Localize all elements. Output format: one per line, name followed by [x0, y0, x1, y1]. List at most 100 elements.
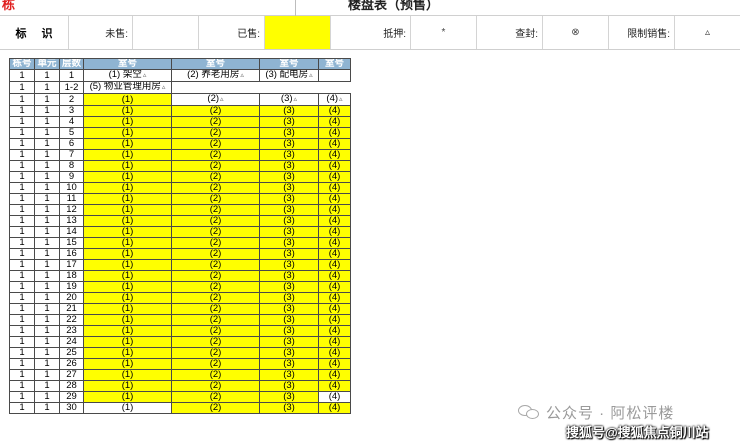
cell-room[interactable]: (2) — [171, 182, 260, 194]
cell-room[interactable]: (1) — [83, 369, 172, 381]
cell-room[interactable]: (2) — [171, 391, 260, 403]
cell-room[interactable]: (3) — [259, 138, 319, 150]
cell-room[interactable]: (3) — [259, 325, 319, 337]
cell-room[interactable]: (3) — [259, 248, 319, 260]
cell-room[interactable]: (2) — [171, 292, 260, 304]
cell-room[interactable]: (2)▵ — [171, 93, 260, 106]
cell-room[interactable]: (1) — [83, 149, 172, 161]
cell-room[interactable]: (1) — [83, 347, 172, 359]
cell-room[interactable]: (3) — [259, 336, 319, 348]
cell-room[interactable]: (3) — [259, 292, 319, 304]
cell-room[interactable]: (3) — [259, 193, 319, 205]
cell-room[interactable]: (3) — [259, 314, 319, 326]
cell-room[interactable]: (1) — [83, 303, 172, 315]
cell-room[interactable]: (4) — [318, 215, 351, 227]
cell-room[interactable]: (3) — [259, 259, 319, 271]
cell-room[interactable]: (3) — [259, 149, 319, 161]
cell-room[interactable]: (4) — [318, 347, 351, 359]
cell-room[interactable]: (4) — [318, 204, 351, 216]
cell-room[interactable]: (3) — [259, 116, 319, 128]
cell-room[interactable]: (4) — [318, 369, 351, 381]
cell-room[interactable]: (3) — [259, 402, 319, 414]
cell-room[interactable]: (4) — [318, 248, 351, 260]
cell-room[interactable]: (2) — [171, 116, 260, 128]
cell-room[interactable]: (1) — [83, 292, 172, 304]
cell-room[interactable]: (3) — [259, 281, 319, 293]
cell-room[interactable]: (2) — [171, 138, 260, 150]
cell-room[interactable]: (3)▵ — [259, 93, 319, 106]
cell-room[interactable]: (4) — [318, 325, 351, 337]
cell-room[interactable]: (4) — [318, 292, 351, 304]
cell-room[interactable]: (2) — [171, 149, 260, 161]
cell-room[interactable]: (1) — [83, 380, 172, 392]
cell-room[interactable]: (4) — [318, 380, 351, 392]
cell-room[interactable]: (4) — [318, 116, 351, 128]
cell-room[interactable]: (2) — [171, 314, 260, 326]
cell-room[interactable]: (2) — [171, 325, 260, 337]
cell-room[interactable]: (4) — [318, 182, 351, 194]
cell-room[interactable]: (1) — [83, 138, 172, 150]
cell-room[interactable]: (1) — [83, 226, 172, 238]
cell-room[interactable]: (3) — [259, 127, 319, 139]
cell-room[interactable]: (2) — [171, 369, 260, 381]
cell-room[interactable]: (3) — [259, 204, 319, 216]
cell-room[interactable]: (2) — [171, 127, 260, 139]
cell-room[interactable]: (2) — [171, 160, 260, 172]
cell-room[interactable]: (1) — [83, 402, 172, 414]
cell-room[interactable]: (4) — [318, 314, 351, 326]
cell-room[interactable]: (4) — [318, 237, 351, 249]
cell-room[interactable]: (4) — [318, 105, 351, 117]
cell-room[interactable]: (1) — [83, 116, 172, 128]
cell-room[interactable]: (1) — [83, 248, 172, 260]
cell-room[interactable]: (5) 物业管理用房▵ — [83, 81, 172, 94]
cell-room[interactable]: (2) — [171, 171, 260, 183]
cell-room[interactable]: (3) — [259, 215, 319, 227]
cell-room[interactable]: (1) — [83, 281, 172, 293]
cell-room[interactable]: (4) — [318, 402, 351, 414]
cell-room[interactable]: (1) — [83, 325, 172, 337]
cell-room[interactable]: (3) — [259, 160, 319, 172]
cell-room[interactable]: (4) — [318, 358, 351, 370]
cell-room[interactable]: (4) — [318, 160, 351, 172]
cell-room[interactable]: (4)▵ — [318, 93, 351, 106]
cell-room[interactable]: (3) — [259, 270, 319, 282]
cell-room[interactable]: (2) — [171, 402, 260, 414]
cell-room[interactable]: (3) — [259, 226, 319, 238]
cell-room[interactable]: (3) — [259, 347, 319, 359]
cell-room[interactable]: (2) — [171, 193, 260, 205]
cell-room[interactable]: (3) — [259, 358, 319, 370]
cell-room[interactable]: (2) — [171, 105, 260, 117]
cell-room[interactable]: (1) — [83, 259, 172, 271]
cell-room[interactable]: (2) — [171, 336, 260, 348]
cell-room[interactable]: (1) — [83, 270, 172, 282]
cell-room[interactable]: (2) — [171, 270, 260, 282]
cell-room[interactable]: (3) — [259, 369, 319, 381]
cell-room[interactable]: (2) — [171, 259, 260, 271]
cell-room[interactable]: (2) — [171, 204, 260, 216]
cell-room[interactable]: (2) — [171, 380, 260, 392]
cell-room[interactable]: (2) — [171, 303, 260, 315]
cell-room[interactable]: (3) — [259, 105, 319, 117]
cell-room[interactable]: (4) — [318, 281, 351, 293]
cell-room[interactable]: (2) — [171, 281, 260, 293]
cell-room[interactable]: (4) — [318, 149, 351, 161]
cell-room[interactable]: (1) — [83, 358, 172, 370]
cell-room[interactable]: (4) — [318, 336, 351, 348]
cell-room[interactable]: (2) — [171, 226, 260, 238]
cell-room[interactable]: (1) — [83, 171, 172, 183]
cell-room[interactable]: (1) — [83, 391, 172, 403]
cell-room[interactable]: (1) — [83, 105, 172, 117]
cell-room[interactable]: (4) — [318, 259, 351, 271]
cell-room[interactable]: (1) — [83, 127, 172, 139]
cell-room[interactable]: (4) — [318, 127, 351, 139]
cell-room[interactable]: (3) — [259, 380, 319, 392]
cell-room[interactable]: (1) — [83, 215, 172, 227]
cell-room[interactable]: (3) 配电房▵ — [259, 69, 319, 82]
cell-room[interactable]: (1) — [83, 93, 172, 106]
cell-room[interactable]: (4) — [318, 226, 351, 238]
cell-room[interactable]: (1) — [83, 314, 172, 326]
cell-room[interactable]: (2) — [171, 248, 260, 260]
cell-room[interactable]: (1) — [83, 336, 172, 348]
cell-room[interactable]: (2) — [171, 358, 260, 370]
cell-room[interactable]: (1) — [83, 204, 172, 216]
